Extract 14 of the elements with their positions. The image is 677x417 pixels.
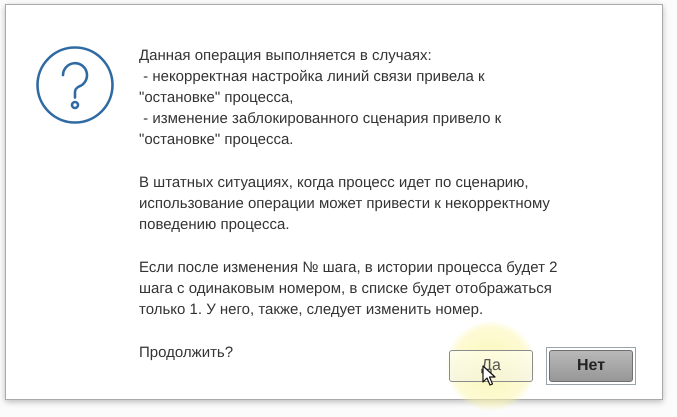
message-line: Если после изменения № шага, в истории процесса будет 2 xyxy=(139,258,558,278)
message-line: - изменение заблокированного сценария привело к xyxy=(142,109,502,129)
message-line: В штатных ситуациях, когда процесс идет по сценарию, xyxy=(139,173,529,193)
default-button[interactable]: Нет xyxy=(549,350,633,382)
message-line: использование операции может привести к некорректному xyxy=(139,194,550,214)
message-line: "остановке" процесса. xyxy=(139,130,294,150)
message-line: только 1. У него, также, следует изменить номер. xyxy=(139,300,484,320)
message-line: "остановке" процесса, xyxy=(139,88,294,108)
message-line: - некорректная настройка линий связи привела к xyxy=(142,67,485,87)
message-line: поведению процесса. xyxy=(139,215,290,235)
message-line: шага с одинаковым номером, в списке будет отображаться xyxy=(139,279,552,299)
question-icon xyxy=(35,45,115,125)
message-line: Продолжить? xyxy=(139,343,234,363)
message-line: Данная операция выполняется в случаях: xyxy=(139,46,432,66)
